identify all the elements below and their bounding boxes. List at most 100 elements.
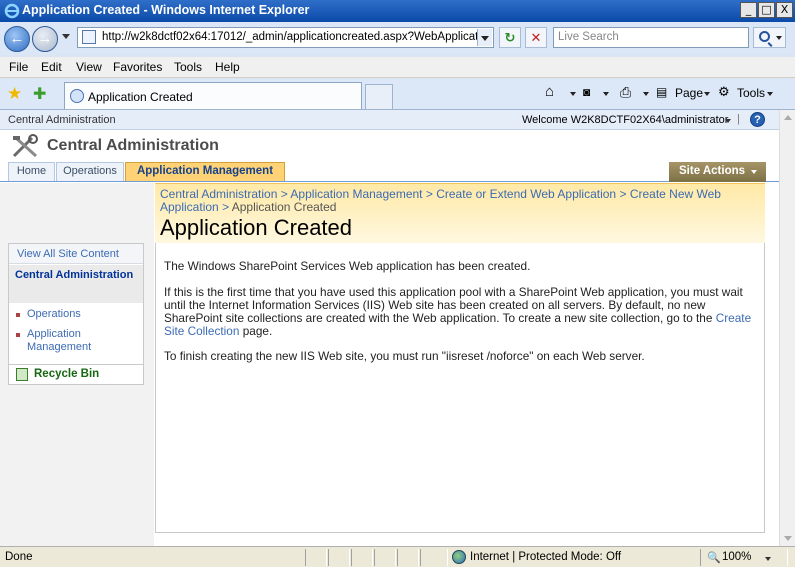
print-icon[interactable]: ⎙	[620, 84, 631, 101]
address-dropdown[interactable]	[477, 29, 492, 46]
minimize-button[interactable]: _	[740, 2, 757, 18]
tab-toolbar: ★ ✚ Application Created ⌂ ◙ ⎙ ▤ Page ⚙ T…	[0, 79, 795, 110]
view-all-site-content-link[interactable]: View All Site Content	[9, 244, 143, 264]
page-menu[interactable]: Page	[675, 86, 703, 100]
address-field[interactable]: http://w2k8dctf02x64:17012/_admin/applic…	[77, 27, 494, 48]
menu-help[interactable]: Help	[215, 60, 240, 74]
app-pool-message: If this is the first time that you have …	[164, 286, 759, 338]
tab-operations[interactable]: Operations	[56, 162, 124, 181]
back-button[interactable]: ←	[4, 26, 30, 52]
breadcrumb-separator: >	[222, 200, 230, 214]
created-message: The Windows SharePoint Services Web appl…	[164, 259, 531, 273]
zoom-icon: 🔍	[707, 552, 721, 564]
search-icon	[759, 31, 770, 42]
welcome-menu[interactable]: Welcome W2K8DCTF02X64\administrator	[522, 114, 728, 126]
zoom-dropdown[interactable]	[765, 557, 771, 561]
menu-favorites[interactable]: Favorites	[113, 60, 162, 74]
security-zone[interactable]: Internet | Protected Mode: Off	[470, 551, 621, 563]
status-segment	[374, 549, 396, 566]
app-pool-text-end: page.	[239, 324, 273, 338]
app-pool-text: If this is the first time that you have …	[164, 285, 743, 325]
home-dropdown[interactable]	[570, 92, 576, 96]
page-icon	[82, 30, 96, 44]
close-window-button[interactable]: X	[776, 2, 793, 18]
site-title[interactable]: Central Administration	[47, 137, 219, 155]
search-dropdown[interactable]	[776, 36, 782, 40]
breadcrumb-current: Application Created	[231, 200, 337, 214]
menu-bar: File Edit View Favorites Tools Help	[0, 57, 795, 78]
recycle-bin-label: Recycle Bin	[34, 368, 100, 380]
tab-home[interactable]: Home	[8, 162, 55, 181]
search-input[interactable]: Live Search	[553, 27, 749, 48]
breadcrumb-separator: >	[619, 187, 627, 201]
recycle-bin-icon	[16, 368, 28, 381]
forward-arrow-icon: →	[37, 30, 53, 47]
site-actions-menu[interactable]: Site Actions	[669, 162, 766, 182]
main-content: The Windows SharePoint Services Web appl…	[155, 243, 765, 533]
global-site-link[interactable]: Central Administration	[8, 114, 116, 126]
breadcrumb-separator: >	[425, 187, 433, 201]
back-arrow-icon: ←	[9, 30, 25, 47]
welcome-dropdown-icon[interactable]	[725, 119, 731, 123]
scroll-up-icon[interactable]	[784, 115, 792, 120]
feeds-icon[interactable]: ◙	[583, 85, 590, 99]
recycle-bin-link[interactable]: Recycle Bin	[9, 364, 143, 384]
quick-launch-item-operations[interactable]: Operations	[27, 308, 81, 321]
top-nav-bar: Home Operations Application Management S…	[0, 162, 779, 182]
internet-zone-icon	[452, 550, 466, 564]
page-dropdown[interactable]	[704, 92, 710, 96]
url-text[interactable]: http://w2k8dctf02x64:17012/_admin/applic…	[102, 31, 478, 43]
iisreset-message: To finish creating the new IIS Web site,…	[164, 349, 645, 363]
tools-dropdown[interactable]	[767, 92, 773, 96]
status-segment	[305, 549, 327, 566]
breadcrumb-link[interactable]: Create or Extend Web Application	[436, 187, 616, 201]
home-icon[interactable]: ⌂	[545, 83, 554, 100]
page-header: Central Administration > Application Man…	[155, 183, 765, 243]
quick-launch-item-application-management[interactable]: Application Management	[27, 328, 117, 354]
ie-logo-icon	[4, 3, 20, 19]
web-page: Central Administration Welcome W2K8DCTF0…	[0, 110, 779, 546]
address-toolbar: ← → http://w2k8dctf02x64:17012/_admin/ap…	[0, 22, 795, 55]
favorites-star-icon[interactable]: ★	[7, 84, 22, 104]
menu-view[interactable]: View	[76, 60, 102, 74]
refresh-button[interactable]: ↻	[499, 27, 521, 48]
tools-menu[interactable]: Tools	[737, 86, 765, 100]
breadcrumb-link[interactable]: Application Management	[290, 187, 422, 201]
quick-launch-heading[interactable]: Central Administration	[9, 265, 143, 303]
forward-button[interactable]: →	[32, 26, 58, 52]
history-dropdown[interactable]	[62, 34, 70, 39]
page-title: Application Created	[160, 215, 353, 240]
search-placeholder: Live Search	[558, 31, 619, 43]
status-segment	[397, 549, 419, 566]
help-icon[interactable]: ?	[750, 112, 765, 127]
global-separator: |	[737, 113, 740, 125]
window-title-bar: Application Created - Windows Internet E…	[0, 0, 795, 22]
menu-edit[interactable]: Edit	[41, 60, 62, 74]
menu-tools[interactable]: Tools	[174, 60, 202, 74]
vertical-scrollbar[interactable]	[779, 110, 795, 546]
status-segment	[351, 549, 373, 566]
page-menu-icon: ▤	[656, 85, 668, 99]
status-segment	[420, 549, 448, 566]
breadcrumb-link[interactable]: Central Administration	[160, 187, 277, 201]
feeds-dropdown[interactable]	[603, 92, 609, 96]
add-favorites-icon[interactable]: ✚	[33, 84, 46, 104]
quick-launch: View All Site Content Central Administra…	[8, 243, 144, 385]
status-bar: Done Internet | Protected Mode: Off 🔍 10…	[0, 546, 795, 567]
tab-label: Application Created	[88, 90, 193, 104]
status-text: Done	[5, 551, 33, 563]
print-dropdown[interactable]	[643, 92, 649, 96]
status-segment	[328, 549, 350, 566]
scroll-down-icon[interactable]	[784, 536, 792, 541]
breadcrumb-separator: >	[280, 187, 288, 201]
tab-application-management[interactable]: Application Management	[125, 162, 285, 181]
zoom-level[interactable]: 100%	[722, 551, 751, 563]
new-tab-button[interactable]	[365, 84, 393, 109]
site-header: Central Administration	[0, 131, 779, 162]
stop-button[interactable]: ✕	[525, 27, 547, 48]
bullet-icon	[16, 333, 20, 337]
maximize-button[interactable]: □	[758, 2, 775, 18]
menu-file[interactable]: File	[9, 60, 28, 74]
tab-application-created[interactable]: Application Created	[64, 82, 362, 109]
search-button[interactable]	[753, 27, 786, 48]
